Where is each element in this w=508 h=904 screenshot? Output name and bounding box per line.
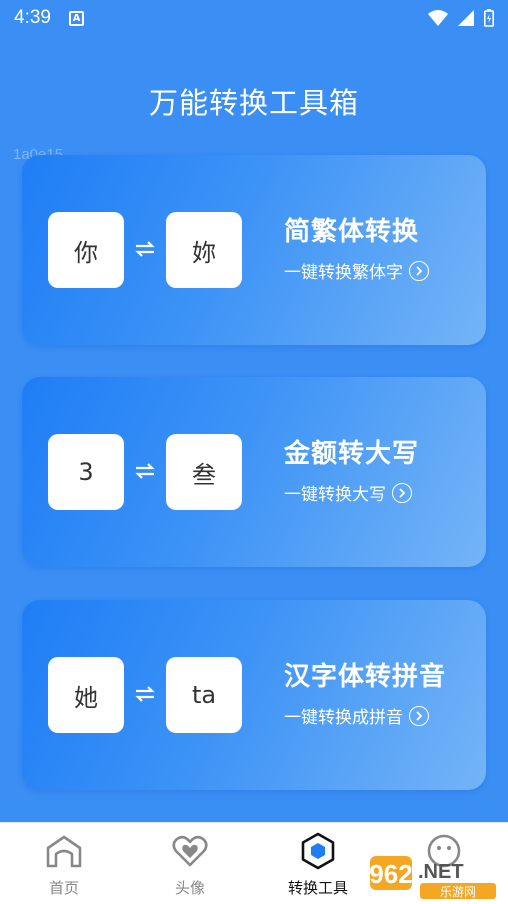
swap-arrows-icon: [135, 241, 155, 257]
swap-arrows-icon: [135, 463, 155, 479]
home-icon: [46, 835, 82, 868]
svg-text:乐游网: 乐游网: [440, 885, 476, 899]
sample-input-box: 她: [48, 657, 124, 733]
heart-icon: [172, 835, 208, 867]
hexagon-icon: [301, 832, 335, 870]
card-amount-uppercase[interactable]: 3 叁 金额转大写 一键转换大写: [22, 377, 486, 567]
tab-label: 首页: [48, 879, 79, 897]
sample-input-box: 你: [48, 212, 124, 288]
tab-label: 转换工具: [287, 879, 348, 897]
card-hanzi-pinyin[interactable]: 她 ta 汉字体转拼音 一键转换成拼音: [22, 600, 486, 790]
sample-output-box: ta: [166, 657, 242, 733]
battery-icon: [484, 9, 494, 27]
tab-convert-tools[interactable]: 转换工具: [268, 831, 368, 901]
tab-label: 头像: [174, 879, 205, 897]
tab-home[interactable]: 首页: [14, 831, 114, 901]
card-title: 汉字体转拼音: [284, 662, 447, 692]
notification-badge: A: [68, 10, 84, 26]
card-subtitle: 一键转换大写: [284, 485, 386, 505]
chevron-right-icon: [409, 260, 429, 281]
signal-icon: [458, 10, 474, 26]
card-subtitle-link[interactable]: 一键转换成拼音: [284, 703, 429, 728]
site-logo: 962 .NET 乐游网: [369, 856, 496, 899]
svg-text:.NET: .NET: [418, 861, 464, 883]
sample-input-box: 3: [48, 434, 124, 510]
page-title: 万能转换工具箱: [148, 86, 359, 120]
status-bar: 4:39 A: [0, 0, 508, 36]
card-subtitle: 一键转换成拼音: [284, 708, 403, 728]
card-title: 金额转大写: [284, 439, 420, 469]
tab-avatar[interactable]: 头像: [140, 831, 240, 901]
sample-output-box: 妳: [166, 212, 242, 288]
card-simplified-traditional[interactable]: 你 妳 简繁体转换 一键转换繁体字: [22, 155, 486, 345]
card-subtitle: 一键转换繁体字: [284, 263, 403, 283]
swap-arrows-icon: [135, 686, 155, 702]
card-subtitle-link[interactable]: 一键转换繁体字: [284, 258, 429, 283]
sample-output-box: 叁: [166, 434, 242, 510]
wifi-icon: [428, 10, 448, 26]
card-title: 简繁体转换: [284, 217, 420, 247]
status-time: 4:39: [14, 7, 51, 28]
svg-text:962: 962: [369, 859, 412, 889]
chevron-right-icon: [392, 482, 412, 503]
card-subtitle-link[interactable]: 一键转换大写: [284, 480, 412, 505]
chevron-right-icon: [409, 705, 429, 726]
